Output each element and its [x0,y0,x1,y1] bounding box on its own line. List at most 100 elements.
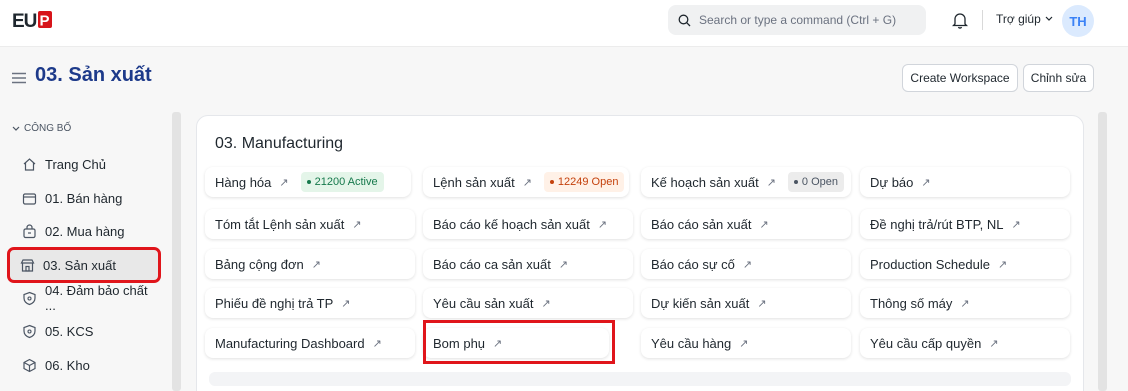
arrow-up-right-icon: ↗ [597,218,608,231]
sidebar-item-label: 06. Kho [45,357,90,373]
arrow-up-right-icon: ↗ [558,258,569,271]
svg-text:EU: EU [12,11,37,32]
sidebar-item-purchasing[interactable]: 02. Mua hàng [12,216,158,246]
chevron-down-icon [12,126,20,131]
sidebar-item-label: 04. Đảm bảo chất ... [45,283,148,313]
arrow-up-right-icon: ↗ [921,176,931,189]
shortcut-link[interactable]: Tóm tắt Lệnh sản xuất ↗ [205,209,415,239]
shortcut-label: Dự kiến sản xuất [651,295,750,311]
shortcut-link[interactable]: Dự báo ↗ [860,167,1070,197]
sidebar-item-sales[interactable]: 01. Bán hàng [12,183,158,213]
sidebar-item-label: 05. KCS [45,323,94,339]
shortcut-label: Lệnh sản xuất [433,174,515,190]
shortcut-label: Thông số máy [870,295,953,311]
wallet-icon [22,192,37,205]
sidebar-item-label: 03. Sản xuất [43,257,116,273]
shortcut-label: Báo cáo kế hoạch sản xuất [433,216,590,232]
shortcut-label: Bom phụ [433,335,486,351]
badge-text: 0 Open [801,176,839,188]
arrow-up-right-icon: ↗ [522,176,532,189]
badge-text: 12249 Open [557,176,619,188]
shortcut-link[interactable]: Bảng cộng đơn ↗ [205,249,415,279]
sidebar-item-production[interactable]: 03. Sản xuất [7,247,161,283]
create-workspace-button[interactable]: Create Workspace [902,64,1018,92]
arrow-up-right-icon: ↗ [341,297,351,310]
arrow-up-right-icon: ↗ [960,297,970,310]
shortcut-label: Bảng cộng đơn [215,256,304,272]
shortcut-label: Đề nghị trả/rút BTP, NL [870,216,1004,232]
search-bar[interactable]: Search or type a command (Ctrl + G) [668,5,926,35]
shortcut-link[interactable]: Báo cáo ca sản xuất ↗ [423,249,633,279]
shortcut-label: Tóm tắt Lệnh sản xuất [215,216,345,232]
sidebar-section-label: CÔNG BỐ [24,123,72,134]
arrow-up-right-icon: ↗ [739,337,749,350]
badge-text: 21200 Active [314,176,378,188]
bag-icon [23,223,36,238]
page-title: 03. Sản xuất [35,64,152,86]
shortcut-label: Kế hoạch sản xuất [651,174,759,190]
shortcut-link[interactable]: Yêu cầu hàng ↗ [641,328,851,358]
chevron-down-icon [1045,16,1053,21]
status-badge: 0 Open [787,172,845,192]
shortcut-link[interactable]: Thông số máy ↗ [860,288,1070,318]
sidebar-item-kcs[interactable]: 05. KCS [12,316,158,346]
shortcut-link[interactable]: Báo cáo sản xuất ↗ [641,209,851,239]
arrow-up-right-icon: ↗ [742,258,753,271]
top-navbar: EU P Search or type a command (Ctrl + G)… [0,0,1128,47]
card-title: 03. Manufacturing [215,135,344,152]
arrow-up-right-icon: ↗ [372,337,382,350]
arrow-up-right-icon: ↗ [311,258,321,271]
arrow-up-right-icon: ↗ [997,258,1008,271]
shield-icon [23,291,36,305]
shortcut-link[interactable]: Hàng hóa ↗ 21200 Active [205,167,411,197]
shortcut-link[interactable]: Báo cáo sự cố ↗ [641,249,851,279]
eup-logo[interactable]: EU P [12,8,54,34]
shortcut-label: Báo cáo sự cố [651,256,735,272]
shortcut-label: Production Schedule [870,256,990,272]
shortcut-link[interactable]: Kế hoạch sản xuất ↗ 0 Open [641,167,851,197]
arrow-up-right-icon: ↗ [989,337,999,350]
sidebar-scrollbar[interactable] [172,112,181,391]
sidebar-item-label: 01. Bán hàng [45,190,123,206]
shortcut-label: Yêu cầu cấp quyền [870,335,982,351]
shield-icon [23,324,36,338]
shortcut-label: Manufacturing Dashboard [215,335,365,351]
shortcut-link[interactable]: Dự kiến sản xuất ↗ [641,288,851,318]
shortcut-link[interactable]: Production Schedule ↗ [860,249,1070,279]
arrow-up-right-icon: ↗ [279,176,289,189]
search-icon [678,14,691,26]
shortcut-link[interactable]: Yêu cầu sản xuất ↗ [423,288,633,318]
store-icon [20,258,35,272]
box-icon [23,358,36,372]
sidebar-item-home[interactable]: Trang Chủ [12,149,158,179]
main-scrollbar[interactable] [1098,112,1107,391]
search-placeholder: Search or type a command (Ctrl + G) [699,13,897,27]
shortcut-link[interactable]: Yêu cầu cấp quyền ↗ [860,328,1070,358]
sidebar-item-label: Trang Chủ [45,156,106,172]
shortcut-link[interactable]: Phiếu đề nghị trả TP ↗ [205,288,415,318]
arrow-up-right-icon: ↗ [541,297,551,310]
shortcut-link[interactable]: Manufacturing Dashboard ↗ [205,328,415,358]
arrow-up-right-icon: ↗ [1011,218,1021,231]
edit-button[interactable]: Chỉnh sửa [1023,64,1094,92]
arrow-up-right-icon: ↗ [766,176,776,189]
user-avatar[interactable]: TH [1062,5,1094,37]
sidebar-section-header[interactable]: CÔNG BỐ [12,123,71,134]
bell-icon[interactable] [952,11,968,29]
shortcut-label: Yêu cầu sản xuất [433,295,534,311]
navbar-divider [982,10,983,30]
hamburger-menu-icon[interactable] [12,72,26,84]
help-dropdown[interactable]: Trợ giúp [996,12,1053,26]
sidebar-item-label: 02. Mua hàng [45,223,125,239]
shortcut-link[interactable]: Báo cáo kế hoạch sản xuất ↗ [423,209,633,239]
shortcut-label: Báo cáo sản xuất [651,216,752,232]
shortcut-link[interactable]: Bom phụ ↗ [423,328,609,358]
shortcut-label: Phiếu đề nghị trả TP [215,295,334,311]
status-badge: 21200 Active [300,172,384,192]
shortcut-link[interactable]: Lệnh sản xuất ↗ 12249 Open [423,167,629,197]
sidebar-item-warehouse[interactable]: 06. Kho [12,350,158,380]
help-label: Trợ giúp [996,12,1041,26]
shortcut-link[interactable]: Đề nghị trả/rút BTP, NL ↗ [860,209,1070,239]
arrow-up-right-icon: ↗ [757,297,767,310]
sidebar-item-quality-assurance[interactable]: 04. Đảm bảo chất ... [12,283,158,313]
